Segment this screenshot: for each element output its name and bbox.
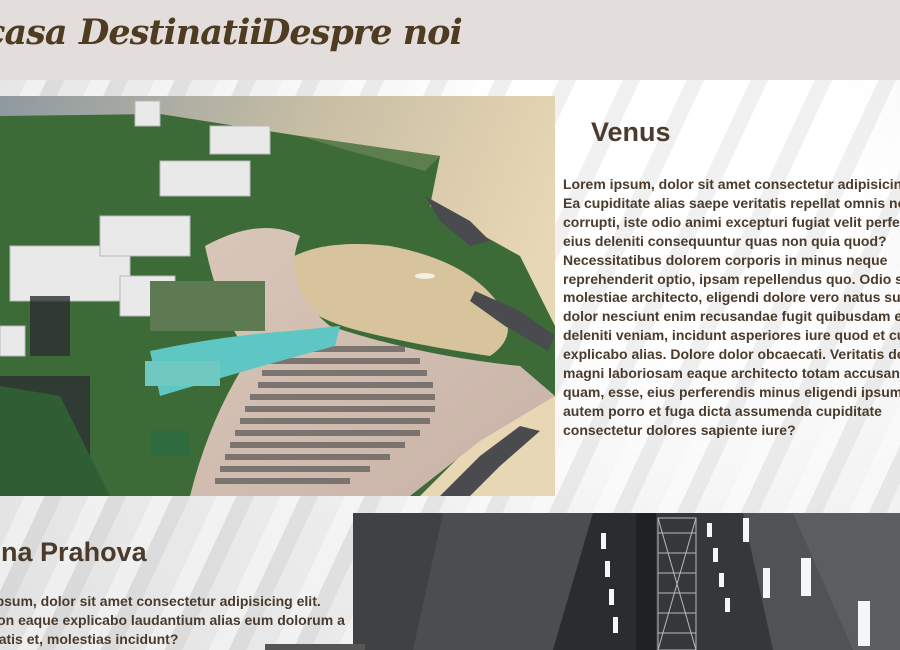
salina-description: Lorem ipsum, dolor sit amet consectetur … bbox=[0, 593, 345, 647]
salina-title: Salina Prahova bbox=[0, 537, 147, 567]
page: Acasa Destinatii Despre noi bbox=[0, 0, 900, 650]
venus-description: Lorem ipsum, dolor sit amet consectetur … bbox=[563, 176, 900, 438]
venus-resort-photo bbox=[0, 96, 555, 496]
horizontal-scrollbar-thumb[interactable] bbox=[265, 644, 365, 650]
salina-mine-photo bbox=[353, 513, 900, 650]
nav-link-destinations[interactable]: Destinatii bbox=[79, 12, 263, 53]
nav-link-about[interactable]: Despre noi bbox=[260, 12, 463, 53]
venus-title: Venus bbox=[591, 117, 671, 147]
nav-link-home[interactable]: Acasa bbox=[0, 12, 68, 53]
navigation-bar: Acasa Destinatii Despre noi bbox=[0, 0, 900, 80]
